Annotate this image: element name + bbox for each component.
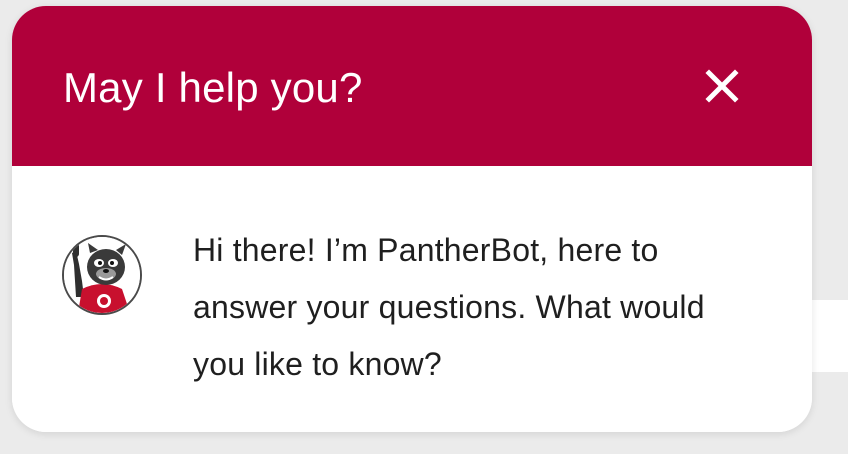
- pantherbot-mascot-icon: [64, 237, 140, 313]
- chat-widget-stage: May I help you? Hi there! I’m PantherBot…: [0, 0, 848, 454]
- chat-header: May I help you?: [12, 6, 812, 166]
- chat-title: May I help you?: [63, 64, 363, 111]
- speech-bubble-tail: [808, 300, 848, 372]
- chat-popup-card: May I help you? Hi there! I’m PantherBot…: [12, 6, 812, 432]
- close-button[interactable]: [692, 56, 752, 116]
- bot-message-text: Hi there! I’m PantherBot, here to answer…: [193, 232, 705, 382]
- chat-message-area: Hi there! I’m PantherBot, here to answer…: [12, 166, 812, 432]
- pantherbot-avatar: [62, 235, 142, 315]
- close-icon: [705, 69, 739, 103]
